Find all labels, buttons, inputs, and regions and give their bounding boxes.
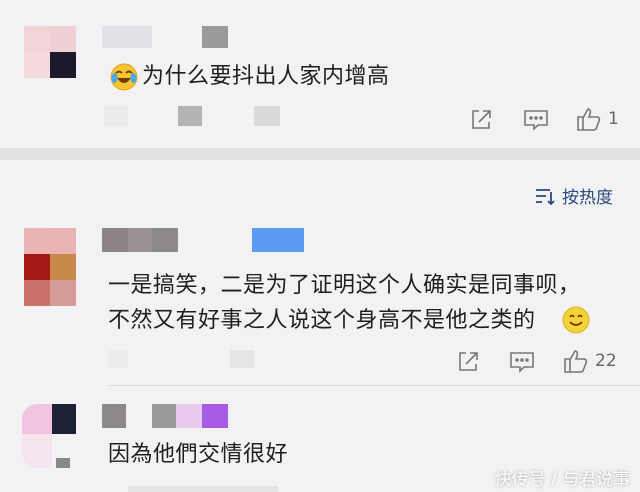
share-icon — [459, 352, 478, 371]
section-divider — [0, 148, 640, 160]
reply-info — [104, 350, 254, 368]
like-count: 22 — [595, 351, 617, 371]
comment-text-line-1: 一是搞笑，二是为了证明这个人确实是同事呗， — [108, 273, 581, 298]
username[interactable] — [102, 26, 228, 48]
like-count: 1 — [608, 109, 619, 129]
username[interactable] — [102, 404, 228, 428]
share-icon — [472, 110, 491, 129]
sort-icon — [536, 188, 555, 205]
comment-text: 为什么要抖出人家内增高 — [142, 64, 390, 89]
username[interactable] — [102, 228, 304, 252]
avatar[interactable] — [24, 26, 76, 78]
avatar[interactable] — [24, 228, 76, 306]
avatar[interactable] — [22, 404, 76, 468]
comment-icon — [524, 110, 548, 131]
watermark: 快传号 / 与君说事 — [494, 470, 630, 490]
smile-emoji-icon — [562, 306, 590, 334]
comment-text-line-2: 不然又有好事之人说这个身高不是他之类的 — [108, 308, 536, 333]
reply-button[interactable] — [523, 108, 549, 132]
thumbs-up-icon — [577, 108, 601, 131]
comment-item-1: 为什么要抖出人家内增高 1 — [0, 0, 640, 148]
comment-item-2: 一是搞笑，二是为了证明这个人确实是同事呗， 不然又有好事之人说这个身高不是他之类… — [0, 220, 640, 390]
laughing-emoji-icon — [110, 63, 138, 91]
reply-info — [128, 486, 278, 492]
share-button[interactable] — [469, 108, 493, 132]
share-button[interactable] — [456, 350, 480, 374]
like-button[interactable]: 1 — [576, 106, 619, 132]
sort-label: 按热度 — [562, 188, 613, 208]
thumbs-up-icon — [564, 350, 588, 373]
reply-info — [104, 106, 280, 126]
sort-button[interactable]: 按热度 — [534, 183, 613, 208]
comment-text: 因為他們交情很好 — [108, 442, 289, 467]
comment-divider — [108, 385, 640, 386]
reply-button[interactable] — [509, 350, 535, 374]
like-button[interactable]: 22 — [563, 348, 617, 374]
comment-icon — [510, 352, 534, 373]
